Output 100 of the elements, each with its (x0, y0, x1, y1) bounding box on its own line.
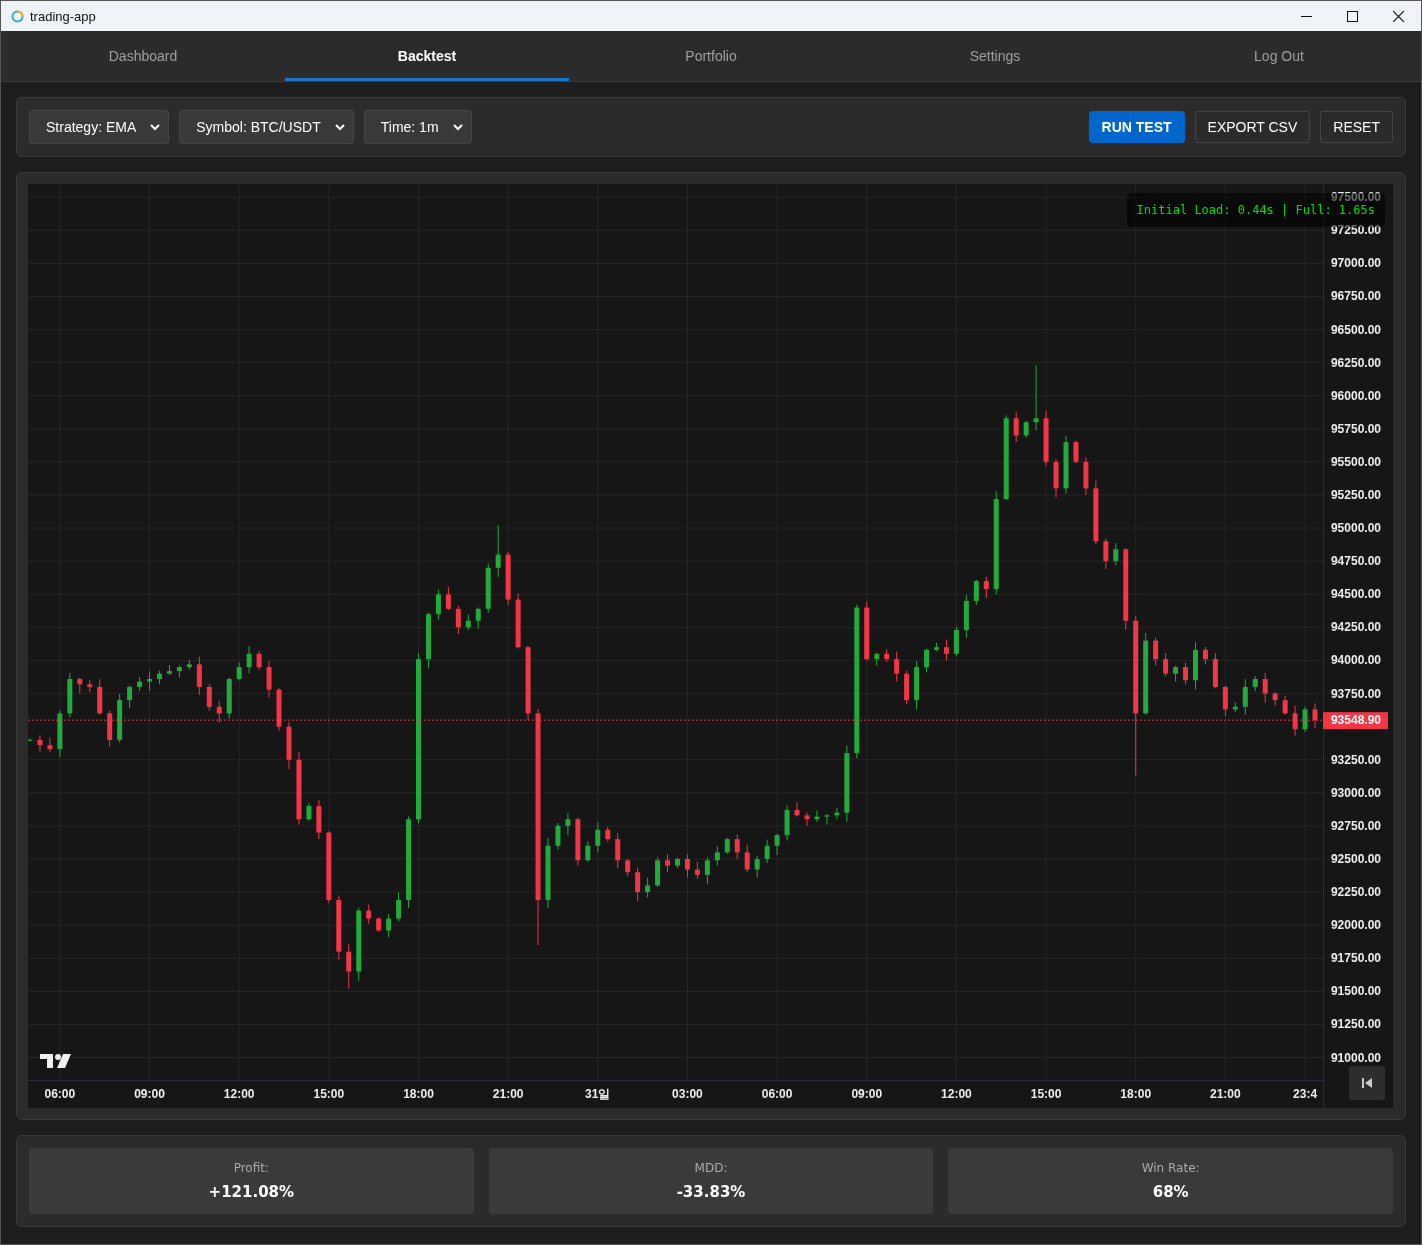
nav-tab[interactable]: Dashboard (1, 34, 285, 81)
time-tick-label: 21:00 (1210, 1087, 1241, 1101)
time-tick-label: 15:00 (1030, 1087, 1062, 1101)
price-tick-label: 93000.00 (1330, 785, 1381, 800)
candlestick (963, 594, 969, 639)
price-tick-label: 94250.00 (1330, 620, 1381, 635)
caret-icon (150, 123, 161, 131)
window-title: trading-app (30, 8, 97, 24)
dropdown[interactable]: Strategy: EMA (29, 110, 170, 144)
candlestick (306, 802, 312, 822)
stat-value: 68% (1152, 1183, 1189, 1201)
candlestick (1312, 702, 1318, 729)
price-tick-label: 95500.00 (1330, 454, 1381, 469)
candlestick (555, 822, 561, 851)
dropdown[interactable]: Symbol: BTC/USDT (179, 110, 354, 144)
time-tick-label: 18:00 (403, 1087, 434, 1101)
candlestick (1302, 706, 1308, 733)
candlestick (1193, 641, 1198, 691)
candlestick (97, 678, 103, 716)
time-tick-label: 06:00 (44, 1087, 76, 1101)
candlestick (1242, 678, 1248, 716)
candlestick (1173, 665, 1179, 683)
candlestick (475, 607, 481, 630)
time-tick-label: 12:00 (223, 1087, 255, 1101)
action-button[interactable]: RESET (1320, 111, 1393, 143)
stat-value: -33.83% (676, 1183, 746, 1201)
candlestick (1232, 701, 1238, 713)
price-tick-label: 96000.00 (1330, 388, 1381, 403)
candlestick (28, 738, 33, 742)
scroll-to-latest-button[interactable] (1349, 1066, 1385, 1100)
candlestick (1222, 685, 1228, 717)
price-tick-label: 92500.00 (1330, 852, 1381, 866)
nav-tab[interactable]: Log Out (1137, 34, 1421, 81)
price-tick-label: 94000.00 (1330, 653, 1381, 668)
candlestick (874, 652, 880, 667)
candlestick (77, 677, 83, 695)
candlestick (1272, 691, 1278, 706)
stat-value: +121.08% (208, 1183, 295, 1201)
candlestick (57, 710, 63, 758)
dropdown[interactable]: Time: 1m (363, 110, 472, 144)
candlestick (754, 855, 760, 878)
candlestick (1252, 675, 1258, 692)
candlestick (505, 551, 511, 606)
candlestick (684, 854, 690, 878)
candlestick (1113, 542, 1119, 566)
candlestick (943, 639, 949, 661)
candlestick (814, 810, 820, 823)
candlestick (226, 677, 232, 720)
action-button[interactable]: RUN TEST (1088, 111, 1185, 143)
candlestick (1202, 646, 1208, 665)
candlestick (386, 913, 392, 938)
price-tick-label: 93250.00 (1330, 752, 1381, 767)
candlestick (1262, 672, 1268, 704)
nav-tab[interactable]: Settings (853, 34, 1137, 81)
candlestick (266, 660, 272, 698)
candlestick (635, 867, 641, 902)
candlestick (1013, 411, 1019, 443)
candlestick (495, 524, 501, 578)
candlestick (834, 807, 840, 820)
ref-line-label: 93548.90 (1330, 713, 1382, 728)
candlestick (445, 586, 451, 611)
nav-tab[interactable]: Backtest (285, 34, 569, 81)
candlestick (1023, 420, 1029, 439)
time-tick-label: 31일 (585, 1087, 611, 1101)
candlestick (983, 576, 989, 599)
candlestick (1282, 695, 1288, 716)
candlestick (864, 600, 870, 661)
candlestick (1053, 458, 1059, 499)
candlestick (1033, 364, 1039, 431)
candlestick (47, 737, 53, 753)
candlestick (256, 650, 262, 671)
candlestick (615, 832, 621, 869)
candlestick (675, 857, 680, 869)
time-tick-label: 12:00 (941, 1087, 972, 1101)
candlestick (625, 858, 631, 877)
candlestick (724, 837, 730, 855)
candlestick (37, 734, 43, 753)
candlestick (704, 856, 710, 885)
price-tick-label: 96750.00 (1330, 289, 1381, 304)
price-tick-label: 95000.00 (1330, 521, 1381, 536)
action-button[interactable]: EXPORT CSV (1194, 111, 1311, 143)
price-tick-label: 93750.00 (1330, 686, 1381, 701)
candlestick (206, 683, 212, 712)
candlestick (286, 721, 292, 770)
candlestick (744, 844, 750, 873)
time-tick-label: 21:00 (492, 1087, 524, 1101)
close-icon (1392, 10, 1404, 22)
candlestick (1083, 456, 1089, 496)
candlestick (117, 693, 123, 743)
price-tick-label: 94750.00 (1330, 554, 1381, 569)
nav-tab[interactable]: Portfolio (569, 34, 853, 81)
candlestick (455, 605, 461, 635)
price-tick-label: 91500.00 (1330, 984, 1381, 999)
price-tick-label: 97250.00 (1330, 223, 1381, 238)
price-tick-label: 97500.00 (1330, 190, 1381, 205)
candlestick (186, 659, 192, 671)
candlestick (1163, 652, 1169, 677)
candlestick (1073, 440, 1079, 464)
price-tick-label: 95250.00 (1330, 488, 1381, 502)
candlestick (694, 861, 700, 880)
